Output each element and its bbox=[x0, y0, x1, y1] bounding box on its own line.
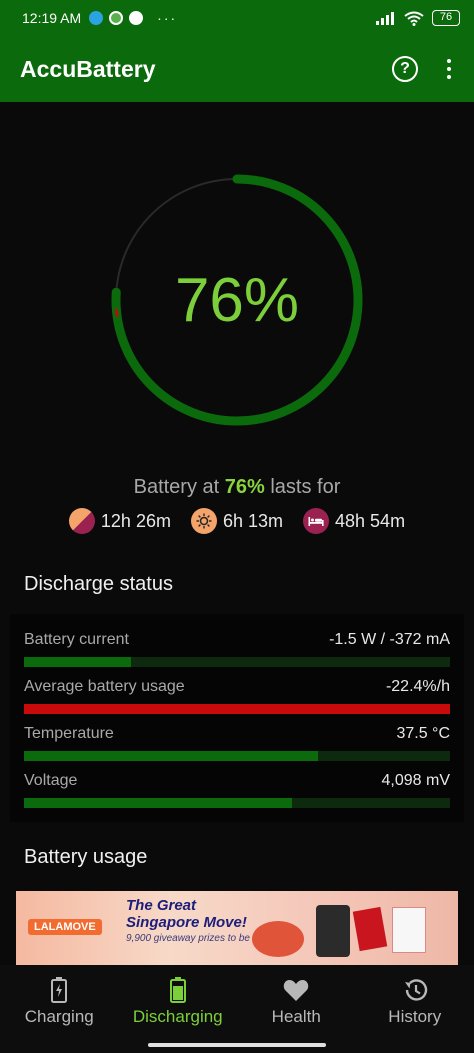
average-usage-bar-fill bbox=[24, 704, 450, 714]
temperature-row: Temperature 37.5 °C bbox=[24, 725, 450, 761]
more-options-icon[interactable] bbox=[444, 59, 454, 79]
screen-on-icon bbox=[190, 508, 217, 534]
average-usage-row: Average battery usage -22.4%/h bbox=[24, 678, 450, 714]
charging-icon bbox=[51, 977, 68, 1003]
estimates-row: 12h 26m 6h 13m 48h 54m bbox=[0, 508, 474, 534]
battery-current-value: -1.5 W / -372 mA bbox=[329, 631, 450, 648]
ad-food-image bbox=[252, 921, 304, 957]
average-usage-bar bbox=[24, 704, 450, 714]
estimate-mixed: 12h 26m bbox=[68, 508, 171, 534]
mixed-usage-icon bbox=[68, 508, 95, 534]
voltage-label: Voltage bbox=[24, 772, 78, 789]
ad-banner[interactable]: LALAMOVE The Great Singapore Move! 9,900… bbox=[16, 891, 458, 965]
app-title: AccuBattery bbox=[20, 55, 156, 82]
home-indicator[interactable] bbox=[148, 1043, 326, 1047]
lasts-percent: 76% bbox=[224, 476, 265, 498]
ad-bag-image bbox=[392, 907, 426, 953]
voltage-bar bbox=[24, 798, 450, 808]
tab-charging-label: Charging bbox=[24, 1007, 94, 1026]
tab-health-label: Health bbox=[271, 1007, 321, 1026]
tab-charging[interactable]: Charging bbox=[0, 965, 119, 1053]
battery-current-row: Battery current -1.5 W / -372 mA bbox=[24, 631, 450, 667]
signal-icon bbox=[376, 12, 394, 25]
estimate-sleep: 48h 54m bbox=[303, 508, 405, 534]
discharging-icon bbox=[169, 977, 186, 1003]
ad-phone-image bbox=[316, 905, 350, 957]
telegram-icon bbox=[89, 11, 104, 25]
estimate-sleep-value: 48h 54m bbox=[335, 510, 406, 531]
lasts-prefix: Battery at bbox=[133, 476, 225, 498]
voltage-row: Voltage 4,098 mV bbox=[24, 772, 450, 808]
temperature-value: 37.5 °C bbox=[396, 725, 450, 742]
tab-discharging[interactable]: Discharging bbox=[119, 965, 238, 1053]
battery-percent: 76% bbox=[174, 265, 300, 335]
wifi-icon bbox=[404, 11, 424, 26]
temperature-bar-fill bbox=[24, 751, 318, 761]
app-bar: AccuBattery ? bbox=[0, 36, 474, 102]
tab-health[interactable]: Health bbox=[237, 965, 356, 1053]
battery-lasts-text: Battery at 76% lasts for bbox=[0, 476, 474, 499]
average-usage-label: Average battery usage bbox=[24, 678, 185, 695]
temperature-label: Temperature bbox=[24, 725, 114, 742]
news-notification-icon bbox=[129, 11, 144, 25]
battery-current-bar bbox=[24, 657, 450, 667]
temperature-bar bbox=[24, 751, 450, 761]
history-icon bbox=[402, 977, 428, 1003]
notification-icons bbox=[89, 11, 144, 25]
ad-brand-logo: LALAMOVE bbox=[28, 919, 102, 935]
estimate-mixed-value: 12h 26m bbox=[100, 510, 171, 531]
battery-gauge: 76% bbox=[105, 168, 369, 432]
app-notification-icon bbox=[109, 11, 124, 25]
average-usage-value: -22.4%/h bbox=[385, 678, 450, 695]
estimate-screen-on: 6h 13m bbox=[190, 508, 284, 534]
tab-history-label: History bbox=[388, 1007, 442, 1026]
discharge-status-card: Battery current -1.5 W / -372 mA Average … bbox=[10, 614, 464, 822]
status-time: 12:19 AM bbox=[22, 10, 82, 26]
sleep-icon bbox=[303, 508, 330, 534]
battery-status-icon: 76 bbox=[432, 10, 460, 26]
battery-current-label: Battery current bbox=[24, 631, 129, 648]
help-icon[interactable]: ? bbox=[392, 56, 418, 82]
tab-discharging-label: Discharging bbox=[132, 1007, 223, 1026]
discharge-status-title: Discharge status bbox=[24, 573, 173, 595]
heart-icon bbox=[283, 977, 309, 1003]
bottom-navigation: Charging Discharging Health History bbox=[0, 965, 474, 1053]
voltage-bar-fill bbox=[24, 798, 293, 808]
ad-title: The Great Singapore Move! bbox=[126, 897, 247, 931]
ad-voucher-image bbox=[352, 906, 388, 952]
battery-usage-title: Battery usage bbox=[24, 846, 148, 868]
battery-current-bar-fill bbox=[24, 657, 131, 667]
lasts-suffix: lasts for bbox=[264, 476, 341, 498]
estimate-screen-on-value: 6h 13m bbox=[222, 510, 284, 531]
ad-title-line1: The Great bbox=[126, 897, 197, 914]
ad-title-line2: Singapore Move! bbox=[126, 914, 247, 931]
more-notifications-icon: ··· bbox=[157, 10, 178, 26]
tab-history[interactable]: History bbox=[356, 965, 474, 1053]
status-bar: 12:19 AM ··· 76 bbox=[0, 0, 474, 36]
voltage-value: 4,098 mV bbox=[381, 772, 450, 789]
